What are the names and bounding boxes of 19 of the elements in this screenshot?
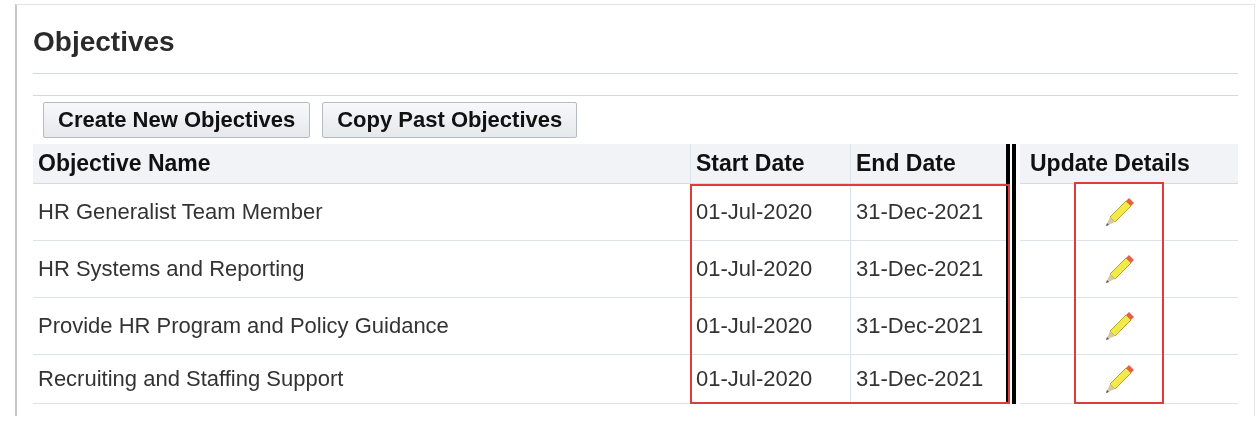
action-button[interactable]: Create New Objectives — [43, 102, 311, 138]
column-header: Objective Name — [33, 144, 690, 184]
column-header: End Date — [850, 144, 1008, 184]
action-button[interactable]: Copy Past Objectives — [322, 102, 578, 138]
table-cell: 01-Jul-2020 — [690, 184, 850, 241]
column-header: Update Details — [1020, 144, 1238, 184]
table-cell: 31-Dec-2021 — [850, 184, 1008, 241]
table-cell: 01-Jul-2020 — [690, 241, 850, 298]
section-title: Objectives — [33, 25, 176, 59]
table-cell: Provide HR Program and Policy Guidance — [33, 298, 690, 355]
table-cell: Recruiting and Staffing Support — [33, 355, 690, 404]
table-cell: 31-Dec-2021 — [850, 241, 1008, 298]
table-cell: 31-Dec-2021 — [850, 298, 1008, 355]
table-cell: 31-Dec-2021 — [850, 355, 1008, 404]
table-cell: HR Systems and Reporting — [33, 241, 690, 298]
column-header: Start Date — [690, 144, 850, 184]
table-cell: 01-Jul-2020 — [690, 298, 850, 355]
table-cell: 01-Jul-2020 — [690, 355, 850, 404]
table-cell: HR Generalist Team Member — [33, 184, 690, 241]
